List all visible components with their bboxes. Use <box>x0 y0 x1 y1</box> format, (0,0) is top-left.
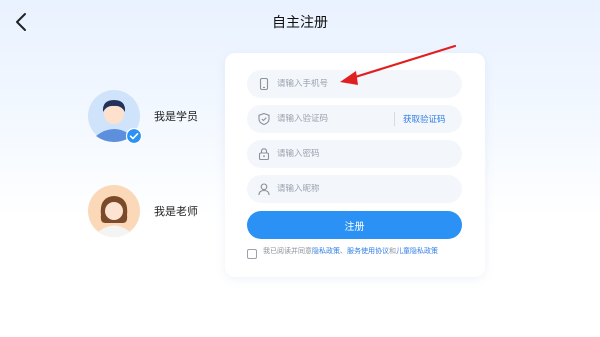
student-avatar <box>88 90 143 145</box>
password-input[interactable] <box>277 149 397 159</box>
register-card: 获取验证码 注册 我已阅读并同意隐私政策、服务使用协议和儿童隐私政策 <box>225 53 485 277</box>
role-student[interactable]: 我是学员 <box>88 90 198 145</box>
teacher-avatar <box>88 185 140 237</box>
top-bar: 自主注册 <box>0 0 600 44</box>
register-button[interactable]: 注册 <box>247 211 462 239</box>
phone-field[interactable] <box>247 70 462 98</box>
divider <box>394 112 395 126</box>
lock-icon <box>257 147 271 161</box>
selected-check-icon <box>125 127 143 145</box>
agreement-and: 和 <box>389 247 396 255</box>
code-field[interactable]: 获取验证码 <box>247 105 462 133</box>
agreement-checkbox[interactable] <box>247 249 257 259</box>
user-icon <box>257 182 271 196</box>
agreement-row: 我已阅读并同意隐私政策、服务使用协议和儿童隐私政策 <box>247 246 462 259</box>
password-field[interactable] <box>247 140 462 168</box>
privacy-policy-link[interactable]: 隐私政策 <box>312 247 340 255</box>
phone-input[interactable] <box>277 79 397 89</box>
agreement-separator: 、 <box>340 247 347 255</box>
child-privacy-link[interactable]: 儿童隐私政策 <box>396 247 438 255</box>
shield-icon <box>257 112 271 126</box>
get-code-button[interactable]: 获取验证码 <box>403 113 446 125</box>
role-teacher-label: 我是老师 <box>154 205 198 218</box>
role-student-label: 我是学员 <box>154 110 198 123</box>
agreement-text: 我已阅读并同意隐私政策、服务使用协议和儿童隐私政策 <box>263 246 438 259</box>
role-teacher[interactable]: 我是老师 <box>88 185 198 237</box>
phone-icon <box>257 77 271 91</box>
page-title: 自主注册 <box>272 15 328 31</box>
nickname-input[interactable] <box>277 184 397 194</box>
agreement-prefix: 我已阅读并同意 <box>263 247 312 255</box>
service-agreement-link[interactable]: 服务使用协议 <box>347 247 389 255</box>
code-input[interactable] <box>277 114 392 124</box>
nickname-field[interactable] <box>247 175 462 203</box>
